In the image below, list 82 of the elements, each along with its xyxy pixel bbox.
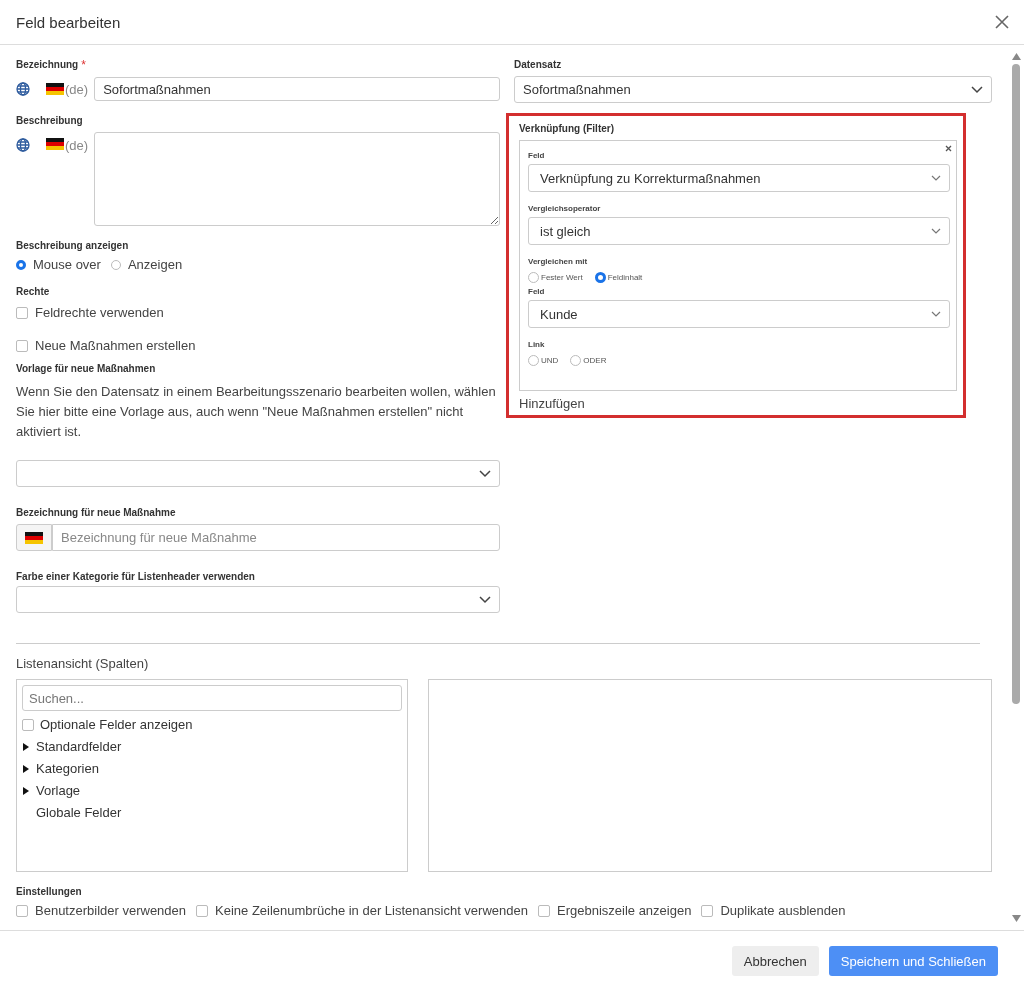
dialog-title: Feld bearbeiten bbox=[16, 13, 121, 31]
checkbox-label: Ergebniszeile anzeigen bbox=[556, 903, 692, 918]
cancel-button[interactable]: Abbrechen bbox=[731, 946, 819, 976]
field-label: Bezeichnung für neue Maßnahme bbox=[16, 507, 176, 518]
field-label: Vergleichen mit bbox=[528, 257, 588, 266]
radio-button[interactable] bbox=[570, 355, 582, 366]
field-label: Einstellungen bbox=[16, 886, 82, 897]
checkbox[interactable] bbox=[196, 904, 209, 917]
section-title: Verknüpfung (Filter) bbox=[519, 123, 614, 134]
caret-right-icon[interactable] bbox=[22, 742, 30, 751]
tree-item[interactable]: Kategorien bbox=[36, 761, 99, 776]
template-select[interactable] bbox=[16, 460, 500, 487]
close-icon[interactable] bbox=[994, 14, 1010, 30]
field-label: Rechte bbox=[16, 286, 50, 297]
tree-item[interactable]: Vorlage bbox=[36, 783, 81, 798]
required-mark: * bbox=[81, 59, 86, 71]
field-label: Beschreibung bbox=[16, 115, 83, 126]
option-label: Feldinhalt bbox=[607, 273, 643, 282]
name-field[interactable]: Bezeichnung für neue Maßnahme bbox=[52, 524, 500, 551]
add-link[interactable]: Hinzufügen bbox=[519, 396, 585, 411]
field-label: Vorlage für neue Maßnahmen bbox=[16, 363, 156, 374]
radio-button[interactable] bbox=[528, 272, 539, 283]
section-title: Listenansicht (Spalten) bbox=[16, 656, 149, 671]
caret-right-icon[interactable] bbox=[22, 786, 30, 795]
checkbox-label: Duplikate ausblenden bbox=[720, 903, 846, 918]
radio-button[interactable] bbox=[110, 259, 121, 270]
chevron-down-icon bbox=[971, 85, 983, 94]
checkbox-label: Keine Zeilenumbrüche in der Listenansicht verwenden bbox=[215, 903, 528, 918]
search-field[interactable]: Suchen... bbox=[22, 685, 402, 711]
chevron-down-icon bbox=[931, 311, 941, 317]
tree-item[interactable]: Globale Felder bbox=[36, 805, 122, 820]
field-label: Farbe einer Kategorie für Listenheader verwenden bbox=[16, 571, 255, 582]
chevron-down-icon bbox=[479, 469, 491, 478]
option-label: Anzeigen bbox=[127, 257, 183, 272]
option-label: ODER bbox=[583, 356, 607, 365]
chevron-down-icon bbox=[931, 228, 941, 234]
scroll-down-icon[interactable] bbox=[1011, 915, 1021, 922]
option-label: Mouse over bbox=[33, 257, 101, 272]
chevron-down-icon bbox=[479, 595, 491, 604]
field-select[interactable]: Verknüpfung zu Korrekturmaßnahmen bbox=[528, 164, 950, 192]
checkbox[interactable] bbox=[701, 904, 714, 917]
field-label: Datensatz bbox=[514, 59, 562, 70]
globe-icon[interactable] bbox=[16, 138, 30, 152]
color-select[interactable] bbox=[16, 586, 500, 613]
field-label: Vergleichsoperator bbox=[528, 204, 601, 213]
field-label: Bezeichnung bbox=[16, 59, 79, 70]
field-label: Beschreibung anzeigen bbox=[16, 240, 129, 251]
checkbox-label: Optionale Felder anzeigen bbox=[40, 717, 193, 732]
radio-button[interactable] bbox=[16, 259, 26, 270]
option-label: UND bbox=[541, 356, 559, 365]
dataset-select[interactable]: Sofortmaßnahmen bbox=[514, 76, 992, 103]
field-label: Feld bbox=[528, 151, 545, 160]
language-code: (de) bbox=[65, 138, 89, 153]
flag-icon bbox=[46, 138, 64, 150]
chevron-down-icon bbox=[931, 175, 941, 181]
checkbox-label: Benutzerbilder verwenden bbox=[35, 903, 187, 918]
globe-icon[interactable] bbox=[16, 82, 30, 96]
caret-right-icon[interactable] bbox=[22, 764, 30, 773]
checkbox[interactable] bbox=[16, 339, 28, 352]
flag-button[interactable] bbox=[16, 524, 52, 551]
tree-item[interactable]: Standardfelder bbox=[36, 739, 122, 754]
language-code: (de) bbox=[65, 81, 89, 97]
flag-icon bbox=[25, 531, 43, 544]
field-select[interactable]: Kunde bbox=[528, 300, 950, 328]
radio-button[interactable] bbox=[594, 272, 606, 283]
radio-button[interactable] bbox=[528, 355, 539, 366]
field-label: Link bbox=[528, 340, 545, 349]
field-label: Feld bbox=[528, 287, 545, 296]
flag-icon bbox=[46, 83, 64, 95]
checkbox[interactable] bbox=[16, 306, 28, 319]
checkbox[interactable] bbox=[22, 718, 34, 731]
description-field[interactable] bbox=[94, 132, 500, 226]
operator-select[interactable]: ist gleich bbox=[528, 217, 950, 245]
scroll-up-icon[interactable] bbox=[1011, 53, 1021, 60]
option-label: Fester Wert bbox=[541, 273, 583, 282]
hint-text: Wenn Sie den Datensatz in einem Bearbeitungsszenario bearbeiten wollen, wählen Sie hier bitte eine Vorlage aus, auch wenn "Neue Maßnahmen erstellen" nicht aktiviert ist. bbox=[16, 383, 497, 441]
close-icon[interactable] bbox=[945, 145, 952, 152]
checkbox-label: Feldrechte verwenden bbox=[35, 305, 164, 320]
name-field[interactable]: Sofortmaßnahmen bbox=[94, 77, 500, 101]
checkbox[interactable] bbox=[16, 904, 28, 917]
checkbox[interactable] bbox=[537, 904, 550, 917]
checkbox-label: Neue Maßnahmen erstellen bbox=[35, 338, 196, 353]
